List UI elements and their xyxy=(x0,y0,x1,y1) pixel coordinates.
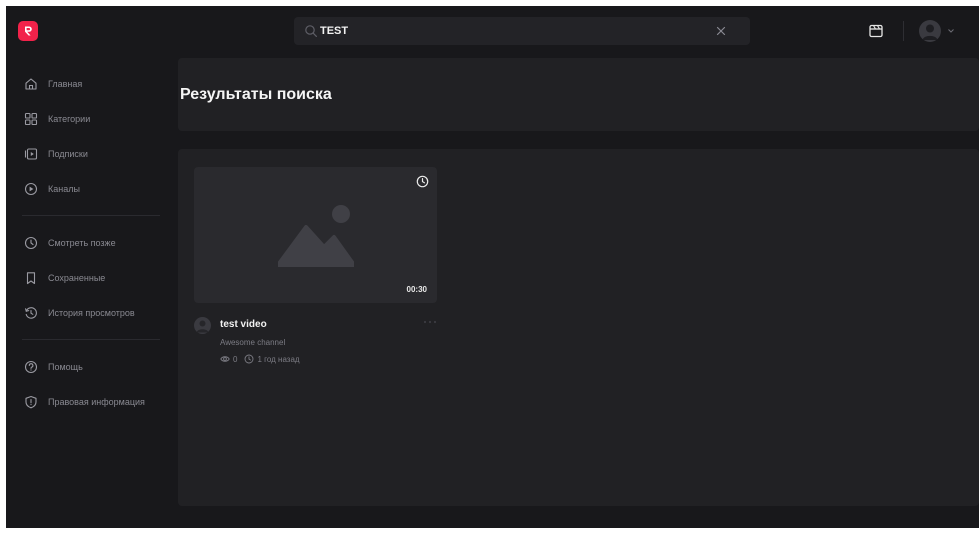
user-avatar[interactable] xyxy=(919,20,941,42)
page-header: Результаты поиска xyxy=(178,58,979,131)
chevron-down-icon[interactable] xyxy=(947,28,955,34)
subscriptions-icon xyxy=(24,148,38,160)
video-duration: 00:30 xyxy=(406,285,427,294)
search-results: 00:30 test video Awesome channel 0 1 год… xyxy=(178,149,979,506)
sidebar-item-label: История просмотров xyxy=(48,308,135,318)
video-info: test video Awesome channel 0 1 год назад xyxy=(194,317,437,377)
close-icon[interactable] xyxy=(714,24,728,38)
upload-video-icon[interactable] xyxy=(868,23,884,39)
sidebar-item-label: Главная xyxy=(48,79,83,89)
user-icon xyxy=(196,320,209,333)
top-bar xyxy=(6,6,979,57)
search-input[interactable] xyxy=(320,17,710,45)
watch-later-icon[interactable] xyxy=(416,175,429,188)
play-circle-icon xyxy=(24,182,38,196)
home-icon xyxy=(25,78,37,90)
grid-icon xyxy=(24,112,38,126)
sidebar-item-label: Категории xyxy=(48,114,91,124)
clock-icon xyxy=(24,236,38,250)
video-thumbnail[interactable]: 00:30 xyxy=(194,167,437,303)
sidebar-item-label: Сохраненные xyxy=(48,273,106,283)
sidebar-item-home[interactable]: Главная xyxy=(24,73,82,95)
user-icon xyxy=(922,24,938,40)
bookmark-icon xyxy=(26,272,36,285)
sidebar-item-channels[interactable]: Каналы xyxy=(24,178,80,200)
more-options-icon[interactable] xyxy=(423,320,437,324)
sidebar-item-label: Каналы xyxy=(48,184,80,194)
sidebar-item-label: Смотреть позже xyxy=(48,238,116,248)
clock-icon xyxy=(245,354,254,364)
sidebar-item-label: Подписки xyxy=(48,149,88,159)
header-divider xyxy=(903,21,904,41)
sidebar-item-legal[interactable]: Правовая информация xyxy=(24,391,145,413)
video-title[interactable]: test video xyxy=(220,319,267,330)
page-title: Результаты поиска xyxy=(180,86,332,103)
search-icon xyxy=(305,25,317,37)
sidebar: Главная Категории Подписки Каналы Смотре… xyxy=(6,57,168,528)
logo-icon xyxy=(25,26,32,36)
sidebar-item-label: Правовая информация xyxy=(48,397,145,407)
app-window: Главная Категории Подписки xyxy=(6,6,979,528)
sidebar-item-history[interactable]: История просмотров xyxy=(24,302,135,324)
sidebar-item-watch-later[interactable]: Смотреть позже xyxy=(24,232,116,254)
sidebar-item-help[interactable]: Помощь xyxy=(24,356,83,378)
video-stats: 0 1 год назад xyxy=(220,354,300,364)
channel-name[interactable]: Awesome channel xyxy=(220,338,285,347)
help-icon xyxy=(24,360,38,374)
logo[interactable] xyxy=(18,21,38,41)
sidebar-divider xyxy=(22,215,160,216)
sidebar-item-subscriptions[interactable]: Подписки xyxy=(24,143,88,165)
sidebar-item-label: Помощь xyxy=(48,362,83,372)
video-card[interactable]: 00:30 test video Awesome channel 0 1 год… xyxy=(194,167,437,377)
sidebar-divider xyxy=(22,339,160,340)
search-bar xyxy=(294,17,750,45)
eye-icon xyxy=(220,356,230,362)
channel-avatar[interactable] xyxy=(194,317,211,334)
view-count: 0 xyxy=(233,354,238,364)
sidebar-item-saved[interactable]: Сохраненные xyxy=(24,267,105,289)
shield-icon xyxy=(25,395,37,409)
sidebar-item-categories[interactable]: Категории xyxy=(24,108,90,130)
image-placeholder-icon xyxy=(278,205,354,267)
upload-age: 1 год назад xyxy=(257,354,300,364)
history-icon xyxy=(25,307,37,319)
